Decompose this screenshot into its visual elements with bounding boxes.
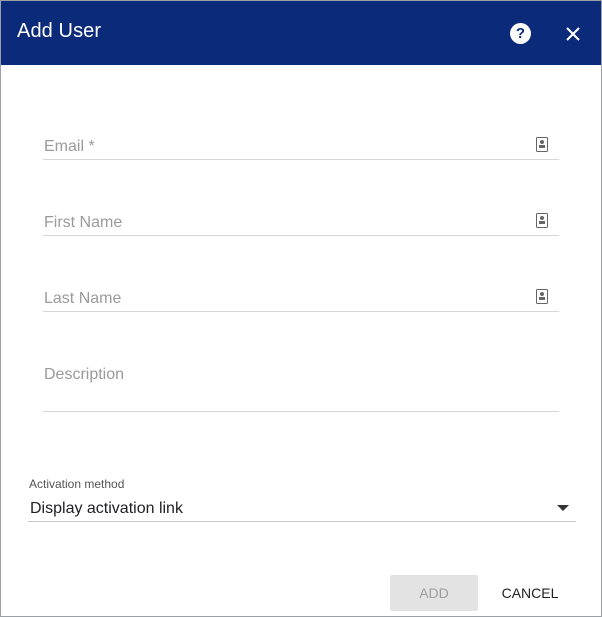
- dialog-header: Add User ?: [1, 1, 601, 65]
- activation-method-underline: [28, 521, 576, 522]
- cancel-button[interactable]: CANCEL: [490, 575, 570, 611]
- add-button[interactable]: ADD: [390, 575, 478, 611]
- email-underline: [43, 159, 559, 160]
- dropdown-arrow-icon[interactable]: [557, 505, 569, 511]
- last-name-placeholder: Last Name: [44, 290, 122, 307]
- dialog-title: Add User: [17, 20, 102, 42]
- activation-method-label: Activation method: [29, 477, 125, 491]
- first-name-placeholder: First Name: [44, 214, 123, 231]
- email-field[interactable]: Email *: [43, 131, 559, 161]
- activation-method-value[interactable]: Display activation link: [30, 500, 183, 518]
- first-name-field[interactable]: First Name: [43, 207, 559, 237]
- contact-card-icon[interactable]: [536, 137, 548, 152]
- close-icon[interactable]: [562, 23, 584, 45]
- last-name-underline: [43, 311, 559, 312]
- description-placeholder: Description: [44, 366, 125, 383]
- activation-method-select[interactable]: Activation method Display activation lin…: [28, 476, 576, 522]
- description-field[interactable]: Description: [43, 359, 559, 413]
- description-underline: [43, 411, 559, 412]
- help-icon[interactable]: ?: [510, 23, 531, 44]
- contact-card-icon[interactable]: [536, 289, 548, 304]
- first-name-underline: [43, 235, 559, 236]
- last-name-field[interactable]: Last Name: [43, 283, 559, 313]
- email-placeholder: Email *: [44, 138, 95, 155]
- contact-card-icon[interactable]: [536, 213, 548, 228]
- add-user-dialog: Add User ? Email * First Name Last Name …: [0, 0, 602, 617]
